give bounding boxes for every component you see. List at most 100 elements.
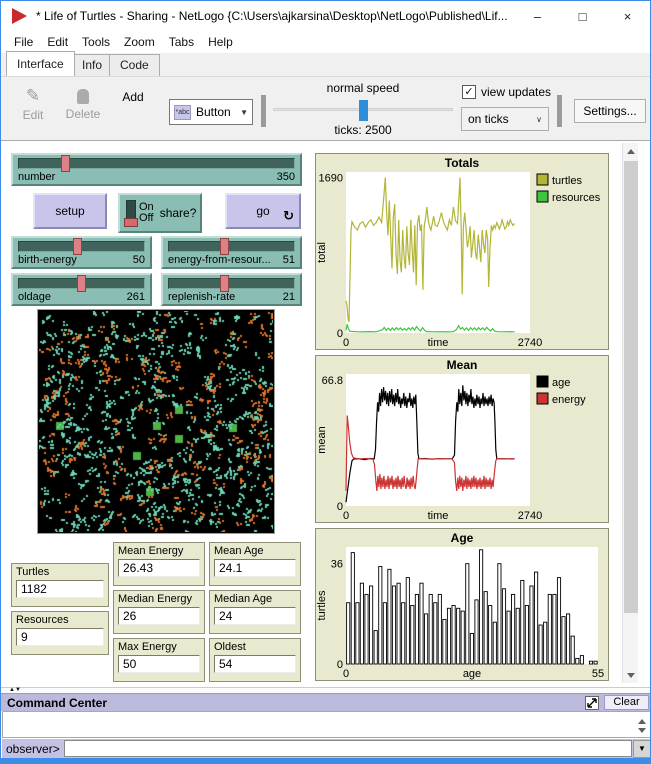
svg-text:2740: 2740 <box>518 337 542 349</box>
slider-track[interactable] <box>18 158 295 169</box>
go-button[interactable]: go ↻ <box>225 193 301 229</box>
svg-text:0: 0 <box>343 668 349 680</box>
expand-icon[interactable] <box>585 696 599 710</box>
menu-edit[interactable]: Edit <box>40 33 75 51</box>
chevron-down-icon: ▼ <box>638 744 646 753</box>
tab-interface[interactable]: Interface <box>6 51 75 76</box>
view-updates-control: ✓ view updates <box>462 85 551 99</box>
edit-widget-button[interactable]: ✎ Edit <box>11 87 55 122</box>
netlogo-window: * Life of Turtles - Sharing - NetLogo {C… <box>0 0 651 764</box>
scroll-down-button[interactable] <box>623 667 639 683</box>
slider-track[interactable] <box>18 278 145 289</box>
slider-birth-energy: birth-energy50 <box>11 236 152 269</box>
monitor-turtles: Turtles 1182 <box>11 563 109 607</box>
agent-type-dropdown[interactable]: ▼ <box>633 740 651 758</box>
settings-button[interactable]: Settings... <box>574 99 646 123</box>
switch-knob[interactable] <box>124 218 138 227</box>
speed-control: normal speed ticks: 2500 <box>273 81 453 137</box>
close-button[interactable]: × <box>605 1 650 31</box>
maximize-button[interactable]: □ <box>560 1 605 31</box>
slider-track[interactable] <box>168 278 295 289</box>
svg-text:energy: energy <box>552 394 586 406</box>
button-widget-icon: *abc <box>174 105 191 120</box>
delete-widget-button[interactable]: Delete <box>61 87 105 121</box>
switch-slot[interactable] <box>126 200 136 226</box>
speed-slider-track[interactable] <box>273 108 453 111</box>
netlogo-logo-icon <box>12 8 27 24</box>
speed-label: normal speed <box>273 81 453 95</box>
slider-energy-from-resource: energy-from-resour...51 <box>161 236 302 269</box>
speed-slider-thumb[interactable] <box>359 100 368 121</box>
chevron-down-icon: ▼ <box>240 108 248 117</box>
chevron-down-icon: ∨ <box>536 115 542 124</box>
scrollbar-thumb[interactable] <box>624 161 638 613</box>
svg-text:36: 36 <box>331 559 343 571</box>
slider-track[interactable] <box>18 241 145 252</box>
command-center-output <box>2 711 651 738</box>
minimize-button[interactable]: – <box>515 1 560 31</box>
clear-button[interactable]: Clear <box>604 695 649 710</box>
slider-thumb[interactable] <box>220 238 229 255</box>
monitor-mean-age: Mean Age 24.1 <box>209 542 301 586</box>
slider-number: number350 <box>11 153 302 186</box>
switch-off-label: Off <box>139 213 154 224</box>
menu-tabs[interactable]: Tabs <box>162 33 201 51</box>
toolbar-separator <box>557 95 562 127</box>
share-switch[interactable]: On Off share? <box>118 193 202 233</box>
svg-text:turtles: turtles <box>552 175 582 187</box>
menu-tools[interactable]: Tools <box>75 33 117 51</box>
monitor-resources: Resources 9 <box>11 611 109 655</box>
slider-thumb[interactable] <box>73 238 82 255</box>
arrow-down-icon <box>627 673 635 678</box>
slider-thumb[interactable] <box>61 155 70 172</box>
scroll-down-button[interactable] <box>634 722 650 738</box>
delete-icon <box>77 89 89 104</box>
command-center-header: Command Center Clear <box>1 693 650 711</box>
slider-thumb[interactable] <box>220 275 229 292</box>
svg-text:0: 0 <box>343 337 349 349</box>
tab-info[interactable]: Info <box>71 54 113 76</box>
command-input[interactable] <box>64 740 632 757</box>
output-scrollbar[interactable] <box>634 713 649 736</box>
svg-text:0: 0 <box>343 510 349 522</box>
svg-text:total: total <box>316 242 328 263</box>
scroll-up-button[interactable] <box>623 143 639 159</box>
menu-zoom[interactable]: Zoom <box>117 33 162 51</box>
svg-text:1690: 1690 <box>319 173 343 185</box>
monitor-median-energy: Median Energy 26 <box>113 590 205 634</box>
svg-text:Age: Age <box>451 531 474 545</box>
svg-text:age: age <box>463 668 481 680</box>
tab-code[interactable]: Code <box>109 54 160 76</box>
window-border <box>1 758 650 764</box>
observer-prompt: observer> <box>2 742 64 756</box>
update-mode-dropdown[interactable]: on ticks ∨ <box>461 107 549 131</box>
pencil-icon: ✎ <box>11 87 55 105</box>
arrow-down-icon <box>638 728 646 733</box>
monitor-max-energy: Max Energy 50 <box>113 638 205 682</box>
forever-icon: ↻ <box>283 208 294 224</box>
menu-file[interactable]: File <box>7 33 40 51</box>
vertical-scrollbar[interactable] <box>622 143 638 683</box>
slider-thumb[interactable] <box>77 275 86 292</box>
slider-track[interactable] <box>168 241 295 252</box>
svg-text:55: 55 <box>592 668 604 680</box>
svg-text:turtles: turtles <box>316 590 328 620</box>
plot-age-svg: Age360055ageturtles <box>316 529 608 680</box>
interface-toolbar: ✎ Edit Delete Add *abc Button ▼ normal s… <box>1 77 650 141</box>
tab-bar: Interface Info Code <box>1 53 650 77</box>
ticks-counter: ticks: 2500 <box>273 123 453 137</box>
view-updates-checkbox[interactable]: ✓ <box>462 85 476 99</box>
plot-totals: Totals1690002740timetotalturtlesresource… <box>315 153 609 350</box>
toolbar-separator <box>261 95 266 127</box>
widget-type-dropdown[interactable]: *abc Button ▼ <box>169 99 253 125</box>
plot-mean-svg: Mean66.8002740timemeanageenergy <box>316 356 608 522</box>
setup-button[interactable]: setup <box>33 193 107 229</box>
add-widget-button[interactable]: Add <box>111 87 155 104</box>
svg-text:resources: resources <box>552 192 601 204</box>
command-center-title: Command Center <box>7 696 107 710</box>
menu-bar: File Edit Tools Zoom Tabs Help <box>1 31 650 53</box>
world-view-canvas[interactable] <box>39 311 273 532</box>
menu-help[interactable]: Help <box>201 33 240 51</box>
plot-mean: Mean66.8002740timemeanageenergy <box>315 355 609 523</box>
plot-totals-svg: Totals1690002740timetotalturtlesresource… <box>316 154 608 349</box>
